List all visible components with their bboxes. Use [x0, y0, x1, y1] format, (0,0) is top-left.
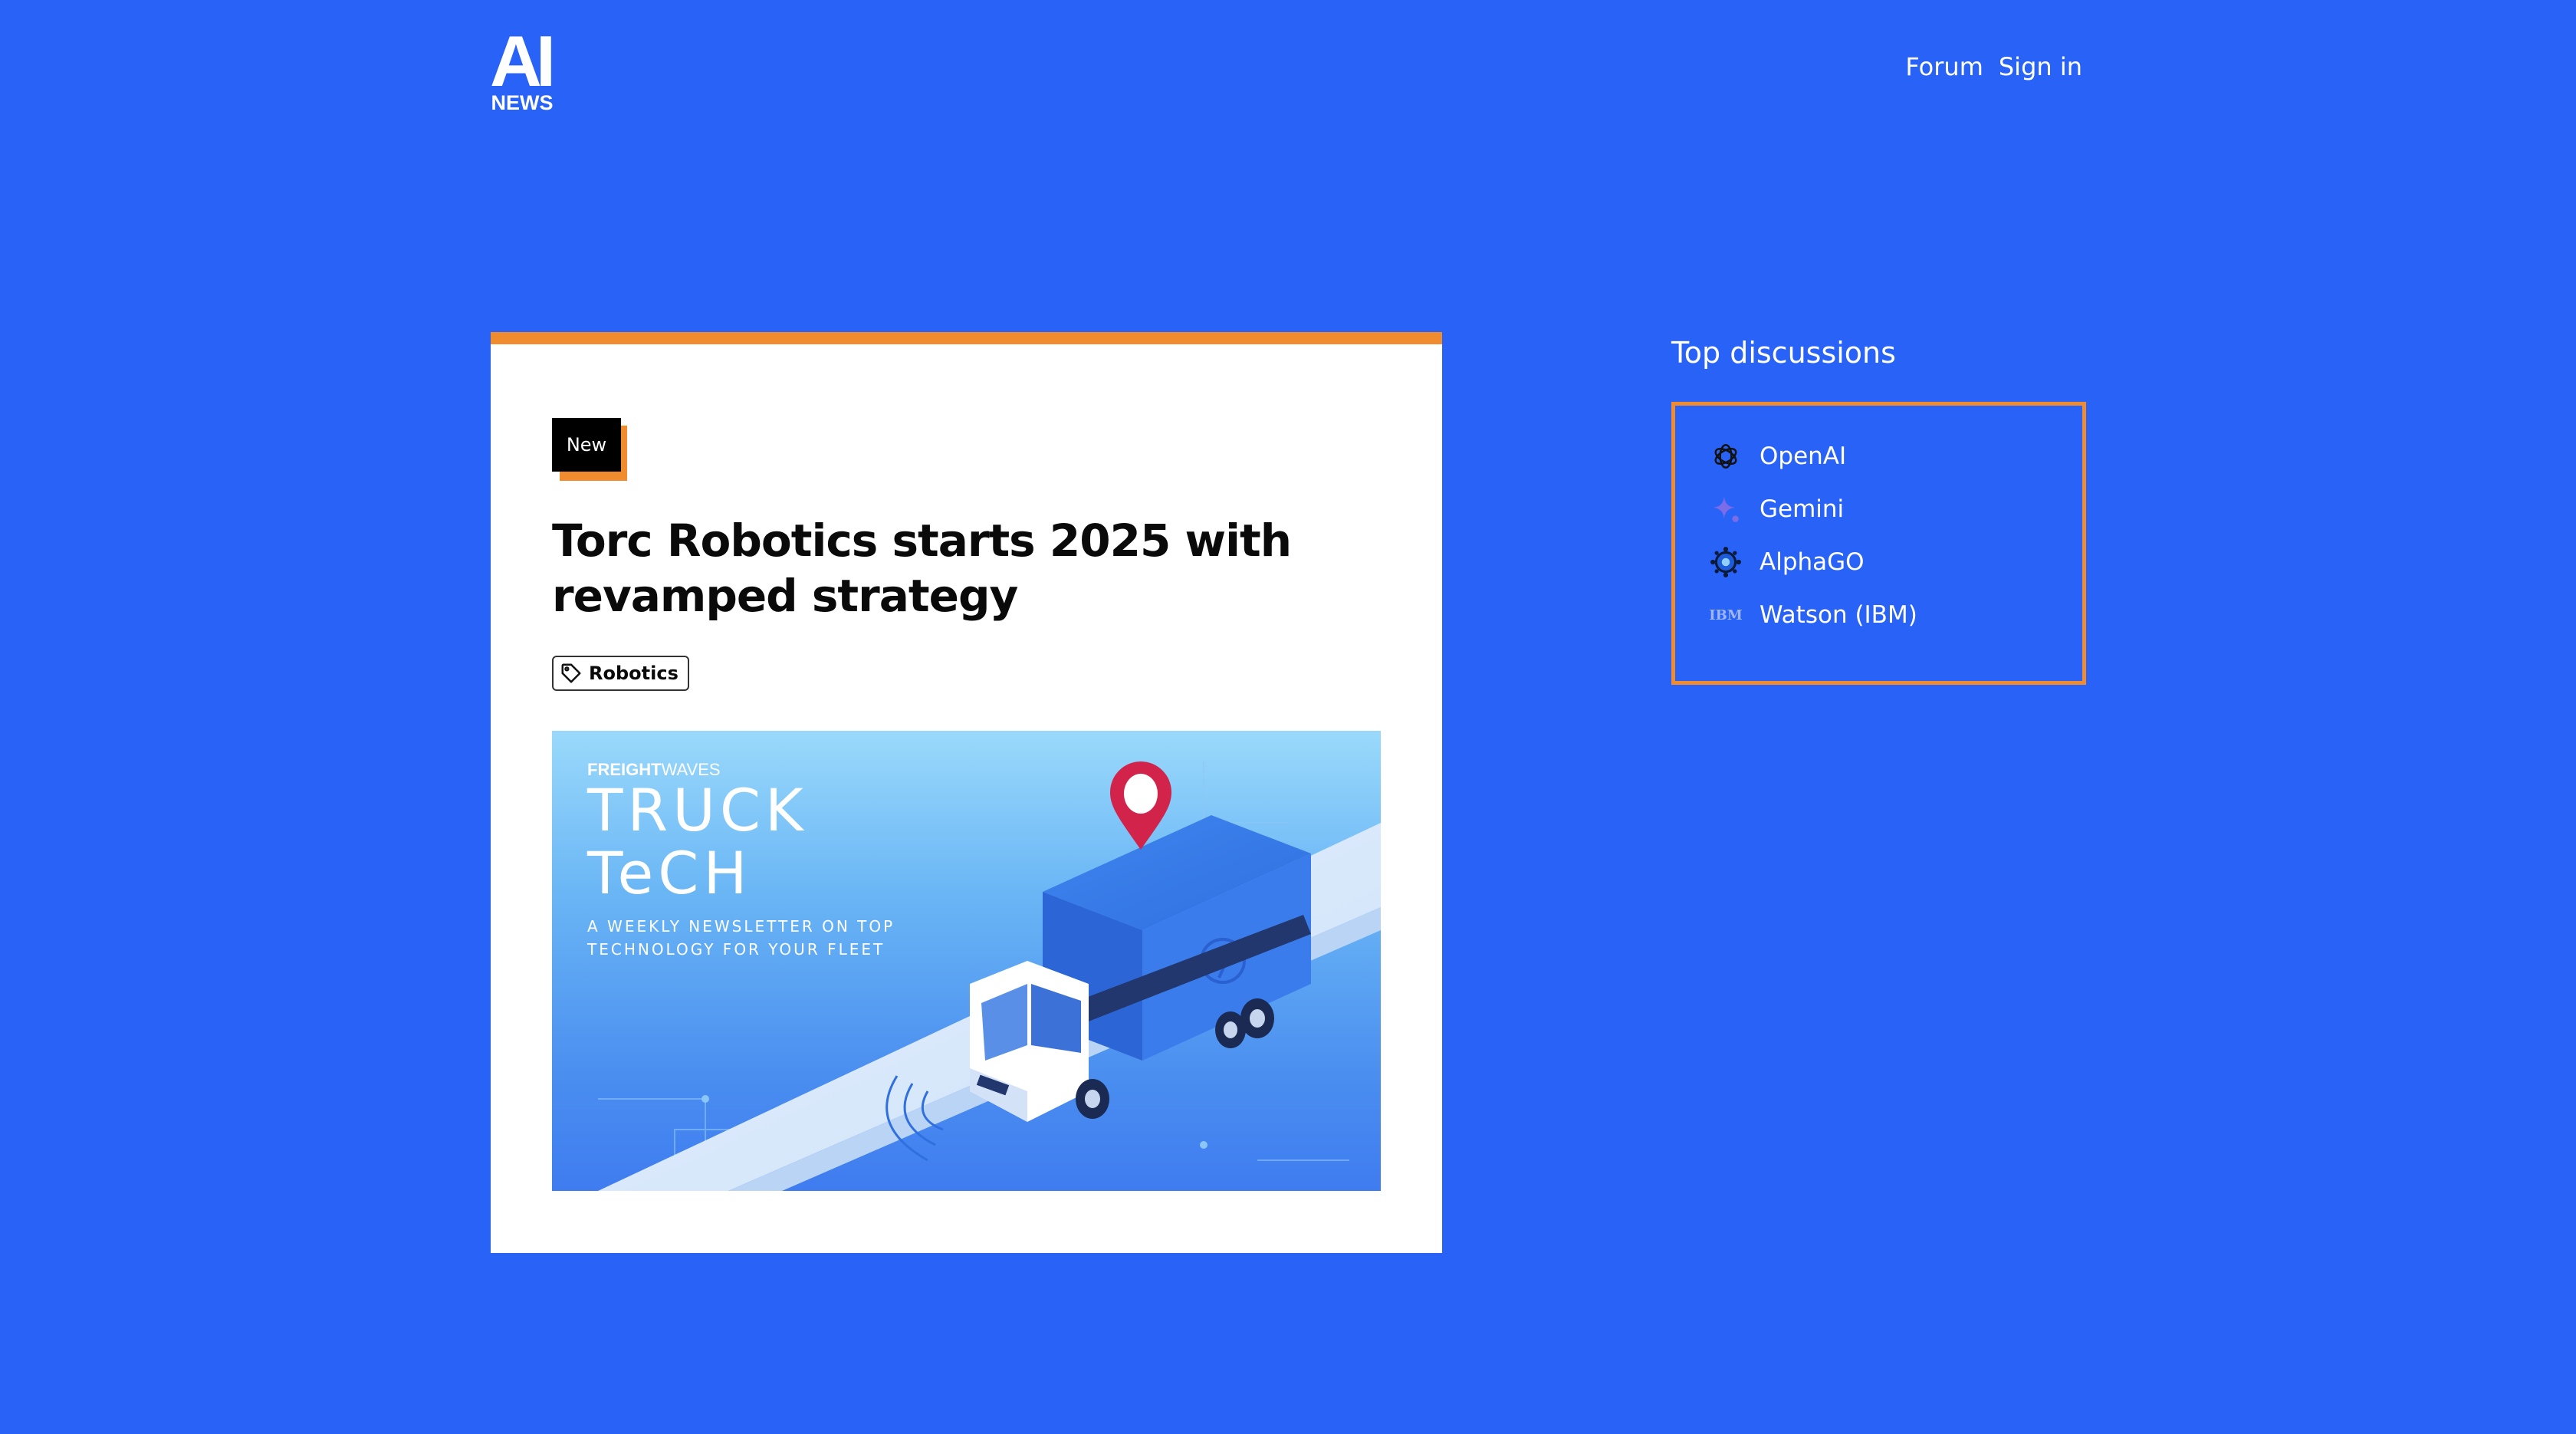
site-logo[interactable]: AI NEWS: [488, 25, 557, 114]
top-discussions-title: Top discussions: [1671, 336, 1896, 370]
discussion-item-watson[interactable]: IBM Watson (IBM): [1709, 598, 1917, 632]
alphago-icon: [1709, 545, 1743, 579]
hero-subtitle-line2: TECHNOLOGY FOR YOUR FLEET: [586, 940, 885, 959]
featured-article-card[interactable]: New Torc Robotics starts 2025 with revam…: [491, 332, 1442, 1253]
circuit-dot: [702, 1095, 709, 1103]
circuit-dot: [1200, 1141, 1208, 1149]
discussion-item-label: OpenAI: [1760, 442, 1847, 470]
new-badge: New: [552, 418, 627, 481]
top-navigation: Forum Sign in: [1905, 52, 2082, 81]
location-pin-icon: [1110, 761, 1171, 850]
logo-news-text: NEWS: [491, 91, 554, 114]
truck-illustration: [970, 815, 1311, 1122]
discussion-item-alphago[interactable]: AlphaGO: [1709, 545, 1865, 579]
tag-icon: [560, 662, 583, 685]
discussion-item-label: AlphaGO: [1760, 548, 1865, 576]
nav-sign-in-link[interactable]: Sign in: [1999, 52, 2082, 81]
nav-forum-link[interactable]: Forum: [1905, 52, 1983, 81]
discussion-item-label: Gemini: [1760, 495, 1845, 523]
category-tag[interactable]: Robotics: [552, 656, 689, 691]
discussion-item-label: Watson (IBM): [1760, 601, 1917, 629]
gemini-icon: [1709, 492, 1743, 526]
article-hero-image[interactable]: FREIGHTWAVES TRUCK TeCH A WEEKLY NEWSLET…: [552, 731, 1381, 1191]
hero-subtitle-line1: A WEEKLY NEWSLETTER ON TOP: [587, 917, 895, 936]
new-badge-label: New: [552, 418, 621, 472]
logo-ai-text: AI: [490, 21, 556, 101]
hero-title-line2: TeCH: [586, 839, 751, 907]
hero-title-line1: TRUCK: [586, 776, 808, 844]
ibm-icon: IBM: [1709, 607, 1743, 623]
openai-icon: [1709, 439, 1743, 473]
article-title[interactable]: Torc Robotics starts 2025 with revamped …: [552, 513, 1380, 623]
category-tag-label: Robotics: [589, 663, 678, 684]
top-discussions-list: OpenAI Gemini AlphaGO IBM Watson (IBM): [1671, 402, 2086, 685]
discussion-item-gemini[interactable]: Gemini: [1709, 492, 1844, 526]
discussion-item-openai[interactable]: OpenAI: [1709, 439, 1846, 473]
